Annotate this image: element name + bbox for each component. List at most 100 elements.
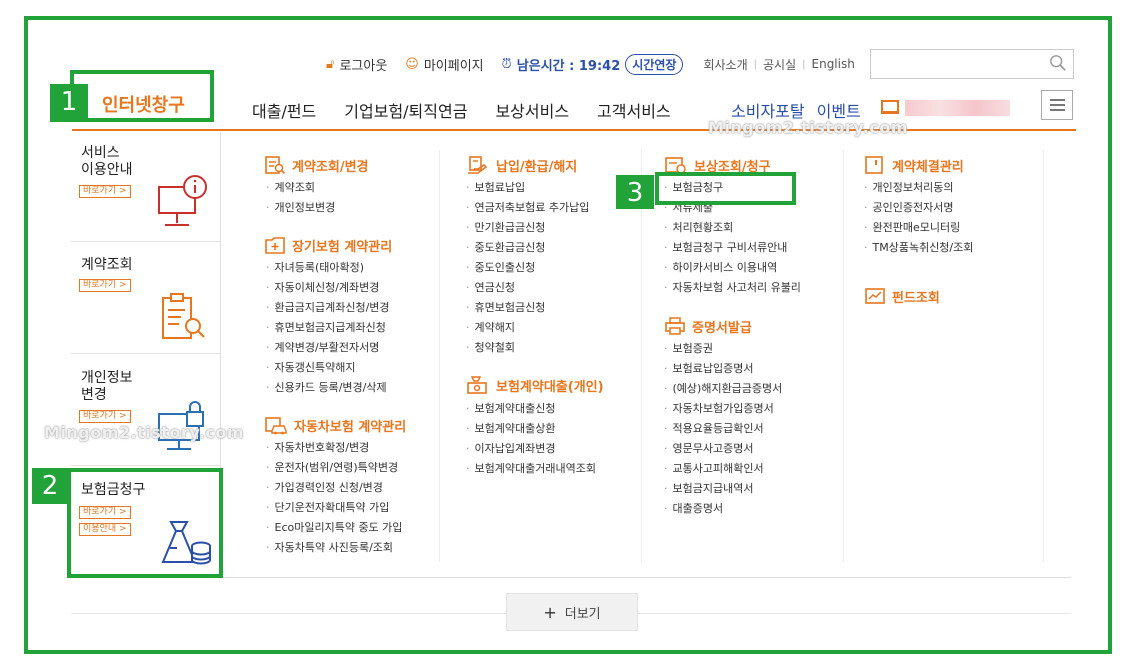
section-contract-inquiry[interactable]: 계약조회/변경 xyxy=(264,155,369,175)
menu-item[interactable]: 보험금지급내역서 xyxy=(664,479,782,499)
printer-icon xyxy=(665,317,685,335)
extend-session-button[interactable]: 시간연장 xyxy=(625,53,684,75)
menu-item[interactable]: 보험료납입 xyxy=(466,178,589,198)
section-payment-refund[interactable]: 납입/환급/해지 xyxy=(466,155,577,175)
menu-item[interactable]: 계약해지 xyxy=(466,318,589,338)
menu-item[interactable]: 연금신청 xyxy=(466,278,589,298)
section-long-term-insurance[interactable]: 장기보험 계약관리 xyxy=(264,235,392,255)
nav-item-loan-fund[interactable]: 대출/펀드 xyxy=(252,98,316,122)
annotation-box-2 xyxy=(67,468,223,578)
menu-item[interactable]: 휴면보험금신청 xyxy=(466,298,589,318)
company-link[interactable]: 회사소개 xyxy=(703,56,747,73)
menu-item[interactable]: 자동갱신특약해지 xyxy=(266,358,390,378)
column-divider xyxy=(439,150,440,562)
mypage-link[interactable]: ☺︎ 마이페이지 xyxy=(405,55,483,74)
monitor-icon[interactable] xyxy=(881,100,899,114)
menu-item[interactable]: 완전판매e모니터링 xyxy=(864,218,973,238)
menu-item[interactable]: 계약변경/부활전자서명 xyxy=(266,338,390,358)
main-nav: 대출/펀드 기업보험/퇴직연금 보상서비스 고객서비스 xyxy=(252,98,671,122)
menu-item[interactable]: 청약철회 xyxy=(466,338,589,358)
menu-item[interactable]: 가입경력인정 신청/변경 xyxy=(266,478,402,498)
section-auto-insurance[interactable]: 자동차보험 계약관리 xyxy=(264,415,406,435)
search-icon[interactable] xyxy=(1049,54,1067,72)
menu-item[interactable]: Eco마일리지특약 중도 가입 xyxy=(266,518,403,538)
menu-item[interactable]: 대출증명서 xyxy=(664,499,782,519)
goto-chip[interactable]: 바로가기 > xyxy=(79,410,131,423)
sidebar-item-personal-info[interactable]: 개인정보 변경 xyxy=(81,370,133,404)
menu-item[interactable]: 단기운전자확대특약 가입 xyxy=(266,498,402,518)
chart-icon xyxy=(865,288,885,304)
nav-item-corporate[interactable]: 기업보험/퇴직연금 xyxy=(344,98,467,122)
goto-chip[interactable]: 바로가기 > xyxy=(79,185,131,198)
alarm-clock-icon: ⏰︎ xyxy=(501,56,512,72)
menu-line xyxy=(1050,104,1065,106)
goto-chip[interactable]: 바로가기 > xyxy=(79,279,131,292)
menu-item[interactable]: 환급금지급계좌신청/변경 xyxy=(266,298,390,318)
remaining-time: 남은시간 : 19:42 xyxy=(516,58,621,74)
menu-item[interactable]: 적용요율등급확인서 xyxy=(664,419,782,439)
menu-item[interactable]: (예상)해지환급금증명서 xyxy=(664,379,783,399)
menu-item[interactable]: 자동이체신청/계좌변경 xyxy=(266,278,390,298)
menu-line xyxy=(1050,99,1065,101)
contract-icon xyxy=(865,156,883,174)
menu-item[interactable]: 중도인출신청 xyxy=(466,258,589,278)
menu-item[interactable]: 휴면보험금지급계좌신청 xyxy=(266,318,390,338)
sidebar-item-service-guide[interactable]: 서비스 이용안내 xyxy=(81,145,133,179)
section-title: 보험계약대출(개인) xyxy=(496,379,604,395)
nav-underline xyxy=(72,129,1076,131)
menu-item[interactable]: 보험계약대출신청 xyxy=(466,399,596,419)
mypage-label: 마이페이지 xyxy=(423,58,484,74)
section-title: 자동차보험 계약관리 xyxy=(294,419,407,435)
sidebar-item-contract-inquiry[interactable]: 계약조회 xyxy=(81,257,133,274)
more-button[interactable]: + 더보기 xyxy=(506,593,638,631)
logout-link[interactable]: 🔓︎ 로그아웃 xyxy=(326,55,387,74)
menu-item[interactable]: 운전자(범위/연령)특약변경 xyxy=(266,458,402,478)
nav-item-customer[interactable]: 고객서비스 xyxy=(597,98,671,122)
hamburger-menu-button[interactable] xyxy=(1041,90,1073,120)
nav-item-compensation[interactable]: 보상서비스 xyxy=(495,98,569,122)
car-document-icon xyxy=(265,417,287,435)
menu-item[interactable]: 보험계약대출거래내역조회 xyxy=(466,459,596,479)
menu-item[interactable]: 교통사고피해확인서 xyxy=(664,459,782,479)
section-policy-loan[interactable]: 보험계약대출(개인) xyxy=(466,375,604,395)
search-input[interactable] xyxy=(870,49,1074,79)
more-label: 더보기 xyxy=(564,606,601,622)
disclosure-link[interactable]: 공시실 xyxy=(763,56,796,73)
menu-item[interactable]: 계약조회 xyxy=(266,178,335,198)
english-link[interactable]: English xyxy=(812,57,855,71)
annotation-label-2: 2 xyxy=(32,468,68,504)
menu-item[interactable]: 자동차특약 사진등록/조회 xyxy=(266,538,402,558)
menu-item[interactable]: 개인정보변경 xyxy=(266,198,336,218)
menu-item[interactable]: 보험계약대출상환 xyxy=(466,419,596,439)
section-title: 장기보험 계약관리 xyxy=(292,239,393,255)
section-certificates[interactable]: 증명서발급 xyxy=(664,316,752,336)
menu-item[interactable]: TM상품녹취신청/조회 xyxy=(864,238,974,258)
section-fund-inquiry[interactable]: 펀드조회 xyxy=(864,286,940,306)
menu-item[interactable]: 이자납입계좌변경 xyxy=(466,439,596,459)
menu-item[interactable]: 연금저축보험료 추가납입 xyxy=(466,198,590,218)
menu-item[interactable]: 자동차보험가입증명서 xyxy=(664,399,782,419)
column-divider xyxy=(641,150,642,562)
menu-item[interactable]: 영문무사고증명서 xyxy=(664,439,782,459)
section-contract-management[interactable]: 계약체결관리 xyxy=(864,155,964,175)
menu-item[interactable]: 자녀등록(태아확정) xyxy=(266,258,390,278)
menu-item[interactable]: 자동차보험 사고처리 유불리 xyxy=(664,278,801,298)
menu-item[interactable]: 중도환급금신청 xyxy=(466,238,589,258)
menu-item[interactable]: 하이카서비스 이용내역 xyxy=(664,258,801,278)
menu-item[interactable]: 만기환급금신청 xyxy=(466,218,589,238)
money-loan-icon xyxy=(467,376,487,394)
menu-item[interactable]: 보험금청구 구비서류안내 xyxy=(664,238,801,258)
section-title: 계약조회/변경 xyxy=(292,159,369,175)
menu-item[interactable]: 자동차번호확정/변경 xyxy=(266,438,402,458)
watermark: Mingom2.tistory.com xyxy=(44,423,244,442)
plus-icon: + xyxy=(543,602,557,622)
menu-item[interactable]: 공인인증전자서명 xyxy=(864,198,973,218)
session-timer: ⏰︎ 남은시간 : 19:42 시간연장 xyxy=(501,53,684,75)
menu-item[interactable]: 보험증권 xyxy=(664,339,782,359)
menu-list: 계약조회 개인정보변경 xyxy=(266,178,336,218)
menu-item[interactable]: 개인정보처리동의 xyxy=(864,178,973,198)
menu-list: 보험증권 보험료납입증명서 (예상)해지환급금증명서 자동차보험가입증명서 적용… xyxy=(664,339,783,519)
menu-item[interactable]: 보험료납입증명서 xyxy=(664,359,782,379)
menu-item[interactable]: 처리현황조회 xyxy=(664,218,801,238)
menu-item[interactable]: 신용카드 등록/변경/삭제 xyxy=(266,378,390,398)
